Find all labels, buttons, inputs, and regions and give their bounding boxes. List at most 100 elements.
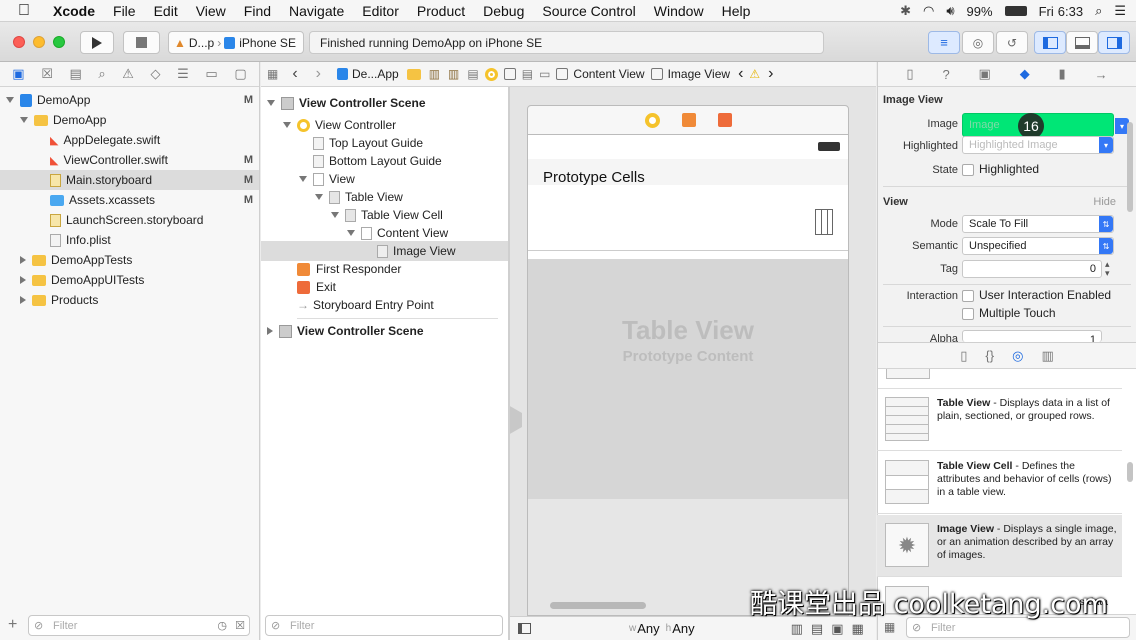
related-items-icon[interactable]: ▦ bbox=[267, 67, 278, 81]
exit-icon[interactable] bbox=[717, 113, 732, 127]
outline-item[interactable]: Content View bbox=[261, 223, 508, 243]
list-item[interactable]: DemoApp bbox=[0, 110, 259, 130]
outline-filter-field[interactable]: ⊘ Filter bbox=[265, 615, 503, 636]
list-item[interactable]: DemoAppTests bbox=[0, 250, 259, 270]
image-view-placeholder-icon[interactable] bbox=[815, 209, 833, 235]
battery-icon[interactable] bbox=[1004, 6, 1027, 16]
toggle-outline-icon[interactable] bbox=[518, 623, 531, 634]
highlighted-dropdown-arrow-icon[interactable]: ▾ bbox=[1099, 137, 1113, 153]
source-control-icon[interactable]: ☒ bbox=[41, 66, 53, 82]
image-view-icon[interactable] bbox=[650, 68, 663, 80]
view-controller-icon[interactable] bbox=[484, 67, 498, 81]
outline-item[interactable]: First Responder bbox=[261, 259, 508, 279]
warning-icon[interactable]: ⚠ bbox=[122, 66, 134, 82]
bluetooth-icon[interactable]: ✱ bbox=[900, 3, 911, 19]
menu-editor[interactable]: Editor bbox=[353, 3, 408, 19]
navigator-filter-field[interactable]: ⊘ Filter ◷ ☒ bbox=[28, 615, 250, 636]
outline-item[interactable]: Top Layout Guide bbox=[261, 133, 508, 153]
size-class-width[interactable]: Any bbox=[637, 621, 659, 636]
disclosure-closed-icon[interactable] bbox=[20, 256, 26, 264]
hide-section-button[interactable]: Hide bbox=[1093, 196, 1116, 208]
storyboard-canvas[interactable]: Prototype Cells Table View Prototype Con… bbox=[509, 87, 876, 616]
connections-inspector-icon[interactable]: → bbox=[1095, 67, 1108, 82]
minimize-window-button[interactable] bbox=[33, 36, 45, 48]
menu-source-control[interactable]: Source Control bbox=[533, 3, 644, 19]
menu-product[interactable]: Product bbox=[408, 3, 474, 19]
menu-help[interactable]: Help bbox=[713, 3, 760, 19]
standard-editor-button[interactable]: ≡ bbox=[928, 31, 960, 54]
disclosure-open-icon[interactable] bbox=[283, 122, 291, 128]
toggle-utilities-button[interactable] bbox=[1098, 31, 1130, 54]
disclosure-open-icon[interactable] bbox=[6, 97, 14, 103]
checkbox-box[interactable] bbox=[962, 307, 974, 320]
list-item[interactable]: Info.plist bbox=[0, 230, 259, 250]
debug-icon[interactable]: ☰ bbox=[177, 66, 189, 82]
size-class-height[interactable]: Any bbox=[672, 621, 694, 636]
folder-icon[interactable]: ▣ bbox=[12, 66, 24, 82]
help-inspector-icon[interactable]: ? bbox=[942, 67, 949, 82]
list-item[interactable]: ◣ ViewController.swift M bbox=[0, 150, 259, 170]
table-view-area[interactable]: Table View Prototype Content bbox=[528, 259, 848, 499]
assistant-editor-button[interactable]: ◎ bbox=[962, 31, 994, 54]
alpha-field[interactable]: 1 bbox=[962, 330, 1102, 342]
menu-view[interactable]: View bbox=[187, 3, 235, 19]
menu-app-name[interactable]: Xcode bbox=[44, 3, 104, 19]
jump-item-project[interactable]: De...App bbox=[352, 67, 399, 81]
disclosure-open-icon[interactable] bbox=[347, 230, 355, 236]
horizontal-scrollbar[interactable] bbox=[550, 602, 646, 609]
add-icon[interactable]: + bbox=[8, 616, 17, 634]
checkbox-box[interactable] bbox=[962, 289, 974, 302]
content-mode-select[interactable]: Scale To Fill ⇅ bbox=[962, 215, 1114, 233]
table-view-icon[interactable]: ▤ bbox=[522, 67, 533, 81]
list-item[interactable]: Products bbox=[0, 290, 259, 310]
clock-time[interactable]: 6:33 bbox=[1058, 4, 1083, 19]
jump-item-image-view[interactable]: Image View bbox=[668, 67, 730, 81]
zoom-window-button[interactable] bbox=[53, 36, 65, 48]
list-item[interactable]: DemoApp M bbox=[0, 90, 259, 110]
spotlight-icon[interactable]: ⌕ bbox=[1095, 3, 1102, 19]
disclosure-closed-icon[interactable] bbox=[20, 296, 26, 304]
pin-icon[interactable]: ▣ bbox=[831, 621, 843, 637]
disclosure-open-icon[interactable] bbox=[331, 212, 339, 218]
list-item[interactable]: Main.storyboard M bbox=[0, 170, 259, 190]
disclosure-closed-icon[interactable] bbox=[20, 276, 26, 284]
code-snippet-icon[interactable]: {} bbox=[985, 348, 994, 363]
semantic-select[interactable]: Unspecified ⇅ bbox=[962, 237, 1114, 255]
wifi-icon[interactable]: ◠ bbox=[923, 3, 934, 19]
folder-icon[interactable] bbox=[406, 68, 421, 80]
disclosure-open-icon[interactable] bbox=[20, 117, 28, 123]
symbol-icon[interactable]: ▤ bbox=[69, 66, 81, 82]
menu-file[interactable]: File bbox=[104, 3, 145, 19]
list-item[interactable]: Assets.xcassets M bbox=[0, 190, 259, 210]
outline-item[interactable]: View Controller Scene bbox=[261, 93, 508, 113]
menu-find[interactable]: Find bbox=[235, 3, 280, 19]
outline-item[interactable]: View Controller bbox=[261, 115, 508, 135]
align-icon[interactable]: ▤ bbox=[811, 621, 823, 637]
inspector-scrollbar[interactable] bbox=[1127, 122, 1133, 212]
library-item[interactable]: Table View Cell - Defines the attributes… bbox=[877, 452, 1122, 514]
media-library-icon[interactable]: ▥ bbox=[1041, 348, 1053, 364]
user-interaction-checkbox[interactable]: User Interaction Enabled bbox=[962, 288, 1111, 302]
stack-icon[interactable]: ▥ bbox=[791, 621, 803, 637]
image-field[interactable]: Image 16 ▾ bbox=[962, 113, 1129, 139]
battery-percent[interactable]: 99% bbox=[967, 4, 993, 19]
clock-day[interactable]: Fri bbox=[1039, 4, 1054, 19]
menu-edit[interactable]: Edit bbox=[145, 3, 187, 19]
table-cell-icon[interactable]: ▭ bbox=[539, 67, 550, 81]
stop-button[interactable] bbox=[123, 31, 160, 54]
menu-navigate[interactable]: Navigate bbox=[280, 3, 353, 19]
toggle-debug-area-button[interactable] bbox=[1066, 31, 1098, 54]
run-button[interactable] bbox=[80, 31, 114, 54]
multiple-touch-checkbox[interactable]: Multiple Touch bbox=[962, 306, 1056, 320]
library-item[interactable]: ✹ Image View - Displays a single image, … bbox=[877, 515, 1122, 577]
disclosure-closed-icon[interactable] bbox=[267, 327, 273, 335]
list-item[interactable]: LaunchScreen.storyboard bbox=[0, 210, 259, 230]
apple-icon[interactable]:  bbox=[0, 2, 44, 20]
outline-item[interactable]: Exit bbox=[261, 277, 508, 297]
close-window-button[interactable] bbox=[13, 36, 25, 48]
notification-center-icon[interactable]: ☰ bbox=[1114, 3, 1126, 19]
menu-debug[interactable]: Debug bbox=[474, 3, 533, 19]
warning-icon[interactable]: ⚠ bbox=[749, 67, 760, 81]
tag-stepper[interactable]: ▴ ▾ bbox=[1105, 260, 1110, 278]
file-template-icon[interactable]: ▯ bbox=[960, 348, 967, 364]
